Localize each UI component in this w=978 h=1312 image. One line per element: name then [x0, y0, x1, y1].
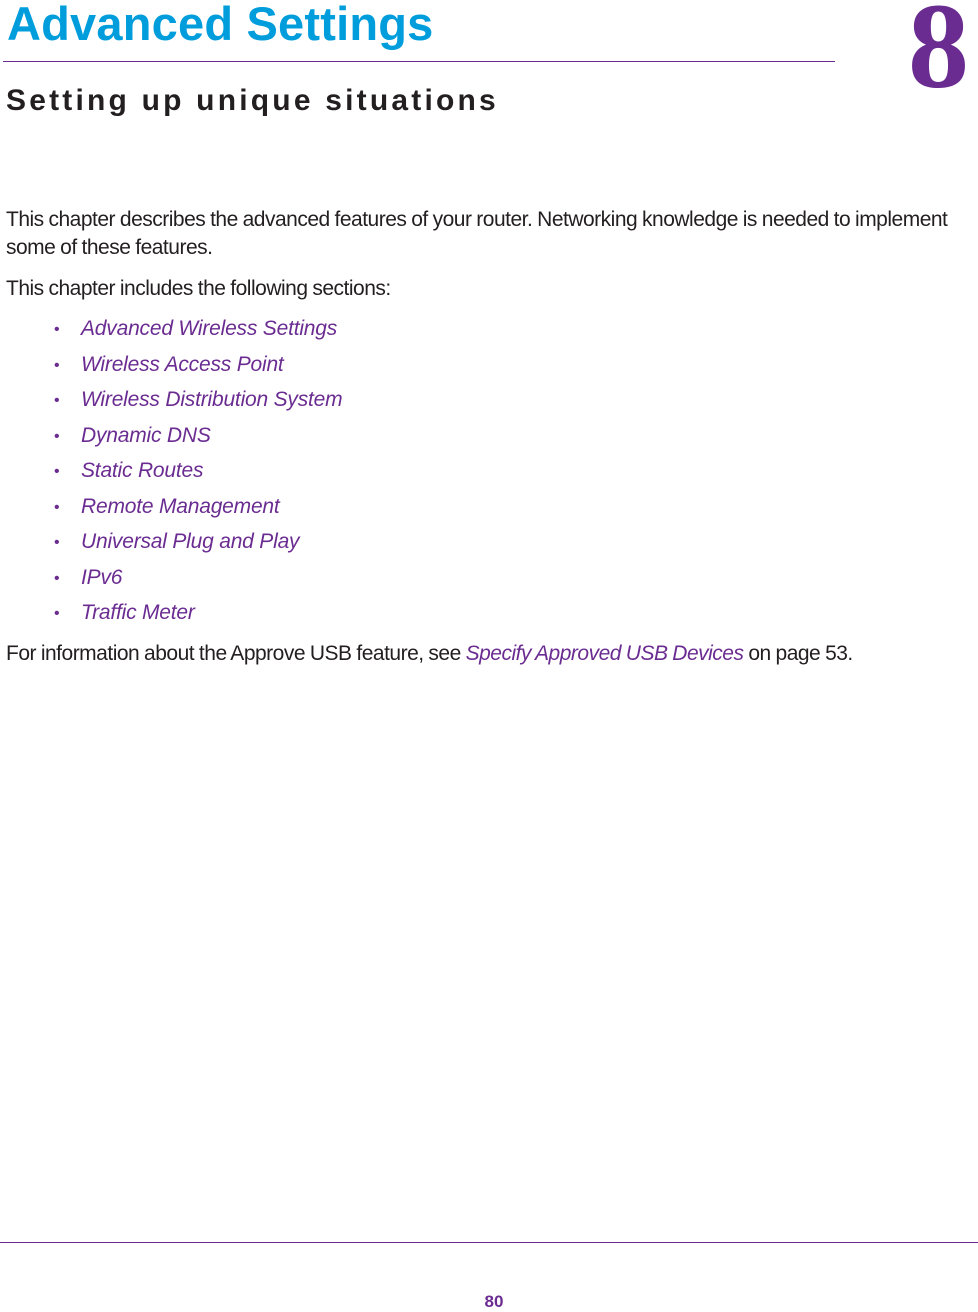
- section-link-traffic-meter[interactable]: Traffic Meter: [81, 598, 195, 628]
- section-link-dynamic-dns[interactable]: Dynamic DNS: [81, 421, 211, 451]
- bullet-icon: •: [54, 569, 60, 587]
- section-link-advanced-wireless-settings[interactable]: Advanced Wireless Settings: [81, 314, 337, 344]
- section-link-wireless-access-point[interactable]: Wireless Access Point: [81, 350, 284, 380]
- bullet-icon: •: [54, 498, 60, 516]
- page-number: 80: [484, 1292, 504, 1311]
- section-link-wireless-distribution-system[interactable]: Wireless Distribution System: [81, 385, 343, 415]
- bullet-icon: •: [54, 534, 60, 551]
- bullet-icon: •: [54, 356, 60, 374]
- footer-divider: [0, 1242, 978, 1243]
- bullet-icon: •: [54, 427, 60, 445]
- bullet-icon: •: [54, 392, 60, 409]
- sections-intro: This chapter includes the following sect…: [6, 277, 391, 300]
- section-link-remote-management[interactable]: Remote Management: [81, 492, 280, 522]
- bullet-icon: •: [54, 321, 60, 338]
- section-link-ipv6[interactable]: IPv6: [81, 563, 122, 593]
- chapter-title: Advanced Settings: [7, 0, 434, 50]
- usb-info-text-after: on page 53.: [743, 642, 853, 665]
- usb-info-text-before: For information about the Approve USB fe…: [6, 642, 466, 665]
- bullet-icon: •: [54, 463, 60, 480]
- chapter-subtitle: Setting up unique situations: [6, 84, 499, 117]
- title-divider: [3, 61, 835, 62]
- bullet-icon: •: [54, 605, 60, 622]
- usb-info-paragraph: For information about the Approve USB fe…: [6, 640, 906, 668]
- intro-paragraph: This chapter describes the advanced feat…: [6, 208, 948, 259]
- section-link-universal-plug-and-play[interactable]: Universal Plug and Play: [81, 527, 300, 557]
- section-link-static-routes[interactable]: Static Routes: [81, 456, 203, 486]
- specify-approved-usb-devices-link[interactable]: Specify Approved USB Devices: [466, 642, 744, 665]
- chapter-number: 8: [908, 0, 969, 114]
